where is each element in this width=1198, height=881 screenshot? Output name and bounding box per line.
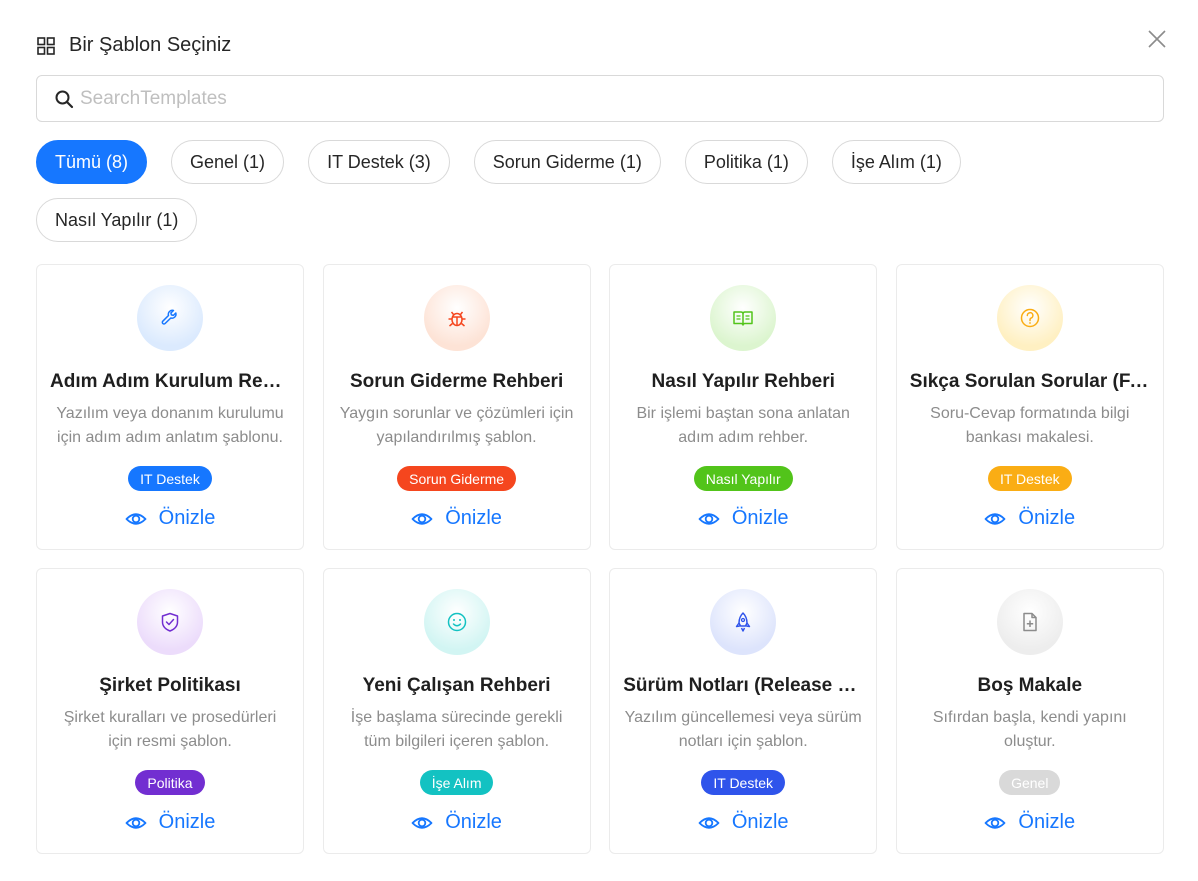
template-title: Yeni Çalışan Rehberi: [362, 675, 551, 696]
filter-chip[interactable]: Politika (1): [684, 140, 808, 184]
modal-header: Bir Şablon Seçiniz: [37, 34, 231, 57]
eye-icon: [125, 816, 147, 829]
template-card[interactable]: Adım Adım Kurulum Rehberi Yazılım veya d…: [36, 264, 304, 550]
template-card[interactable]: Şirket Politikası Şirket kuralları ve pr…: [36, 568, 304, 854]
modal-title: Bir Şablon Seçiniz: [69, 34, 232, 56]
preview-button[interactable]: Önizle: [411, 507, 502, 530]
search-input[interactable]: [80, 87, 1080, 110]
category-tag: IT Destek: [987, 466, 1072, 491]
template-description: Yaygın sorunlar ve çözümleri için yapıla…: [339, 405, 574, 446]
preview-button[interactable]: Önizle: [411, 811, 502, 834]
smile-icon: [447, 612, 466, 632]
preview-label: Önizle: [1018, 811, 1076, 833]
filter-chip[interactable]: Tümü (8): [36, 140, 148, 184]
category-tag: Nasıl Yapılır: [693, 466, 793, 491]
category-tag: IT Destek: [128, 466, 212, 491]
template-icon-circle: [423, 589, 490, 655]
filter-chip[interactable]: Genel (1): [171, 140, 285, 184]
template-title: Adım Adım Kurulum Rehberi: [50, 371, 290, 392]
wrench-icon: [161, 309, 177, 325]
template-icon-circle: [137, 589, 203, 655]
template-icon-circle: [137, 285, 203, 351]
preview-label: Önizle: [731, 811, 789, 833]
template-title: Sürüm Notları (Release Notes): [623, 675, 863, 696]
template-description: Soru-Cevap formatında bilgi bankası maka…: [930, 405, 1130, 446]
template-description: İşe başlama sürecinde gerekli tüm bilgil…: [350, 709, 563, 750]
preview-button[interactable]: Önizle: [125, 507, 216, 530]
filter-chip[interactable]: İşe Alım (1): [831, 140, 961, 184]
template-description: Yazılım veya donanım kurulumu için adım …: [56, 405, 284, 446]
template-card[interactable]: Sürüm Notları (Release Notes) Yazılım gü…: [609, 568, 878, 854]
preview-label: Önizle: [445, 507, 502, 529]
search-icon: [55, 90, 74, 108]
preview-label: Önizle: [158, 507, 216, 529]
template-description: Bir işlemi baştan sona anlatan adım adım…: [636, 405, 850, 446]
template-grid: Adım Adım Kurulum Rehberi Yazılım veya d…: [36, 264, 1164, 854]
eye-icon: [698, 816, 720, 829]
eye-icon: [985, 816, 1006, 829]
template-icon-circle: [710, 285, 777, 351]
template-card[interactable]: Sorun Giderme Rehberi Yaygın sorunlar ve…: [322, 264, 591, 550]
file-add-icon: [1023, 612, 1037, 632]
preview-button[interactable]: Önizle: [984, 507, 1075, 530]
template-title: Sorun Giderme Rehberi: [349, 371, 564, 392]
template-icon-circle: [423, 285, 490, 351]
category-tag: Sorun Giderme: [397, 466, 517, 491]
template-icon-circle: [710, 589, 777, 655]
filter-chip[interactable]: Nasıl Yapılır (1): [36, 198, 198, 242]
preview-label: Önizle: [731, 507, 789, 529]
preview-button[interactable]: Önizle: [125, 811, 216, 834]
template-title: Nasıl Yapılır Rehberi: [651, 371, 835, 392]
preview-label: Önizle: [1018, 507, 1076, 529]
template-description: Şirket kuralları ve prosedürleri için re…: [63, 709, 277, 750]
category-tag: Genel: [999, 770, 1061, 795]
preview-label: Önizle: [445, 811, 502, 833]
template-title: Boş Makale: [977, 675, 1083, 696]
template-title: Şirket Politikası: [99, 675, 241, 696]
eye-icon: [985, 512, 1006, 525]
category-tag: IT Destek: [701, 770, 786, 795]
template-description: Yazılım güncellemesi veya sürüm notları …: [624, 709, 862, 750]
eye-icon: [698, 512, 720, 525]
template-icon-circle: [996, 589, 1063, 655]
category-tag: Politika: [135, 770, 205, 795]
book-icon: [733, 311, 753, 326]
template-icon-circle: [996, 285, 1063, 351]
preview-button[interactable]: Önizle: [984, 811, 1075, 834]
category-filters: Tümü (8) Genel (1) IT Destek (3) Sorun Gide…: [36, 140, 996, 242]
preview-button[interactable]: Önizle: [698, 811, 789, 834]
filter-chip[interactable]: IT Destek (3): [308, 140, 450, 184]
rocket-icon: [735, 612, 751, 632]
category-tag: İşe Alım: [419, 770, 494, 795]
template-card[interactable]: Sıkça Sorulan Sorular (FAQ) Soru-Cevap f…: [895, 264, 1164, 550]
preview-label: Önizle: [158, 811, 216, 833]
eye-icon: [125, 512, 147, 525]
bug-icon: [448, 311, 466, 327]
template-card[interactable]: Yeni Çalışan Rehberi İşe başlama sürecin…: [322, 568, 591, 854]
close-icon[interactable]: [1146, 28, 1168, 50]
template-card[interactable]: Boş Makale Sıfırdan başla, kendi yapını …: [895, 568, 1164, 854]
eye-icon: [411, 816, 433, 829]
filter-chip[interactable]: Sorun Giderme (1): [473, 140, 661, 184]
template-title: Sıkça Sorulan Sorular (FAQ): [909, 371, 1150, 392]
eye-icon: [411, 512, 433, 525]
preview-button[interactable]: Önizle: [698, 507, 789, 530]
template-card[interactable]: Nasıl Yapılır Rehberi Bir işlemi baştan …: [609, 264, 878, 550]
template-description: Sıfırdan başla, kendi yapını oluştur.: [932, 709, 1127, 750]
appstore-icon: [37, 36, 55, 55]
search-box[interactable]: [36, 75, 1164, 122]
question-icon: [1020, 308, 1040, 328]
shield-icon: [161, 612, 179, 632]
